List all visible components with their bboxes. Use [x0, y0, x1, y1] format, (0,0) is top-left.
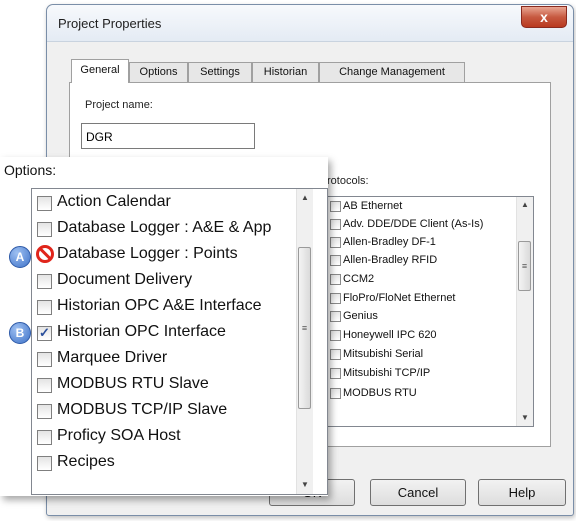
title-bar[interactable]: Project Properties x [47, 5, 573, 42]
checkbox-icon[interactable] [37, 274, 52, 289]
checkbox-icon[interactable] [330, 219, 341, 230]
protocols-list[interactable]: AB Ethernet Adv. DDE/DDE Client (As-Is) … [325, 196, 534, 427]
checkbox-icon[interactable] [330, 201, 341, 212]
option-proficy-soa-host[interactable]: Proficy SOA Host [32, 424, 312, 450]
options-list[interactable]: Action Calendar Database Logger : A&E & … [31, 188, 328, 495]
checkbox-icon[interactable] [330, 274, 341, 285]
tab-historian[interactable]: Historian [252, 62, 319, 82]
checkbox-icon[interactable] [330, 388, 341, 399]
scroll-down-arrow-icon[interactable]: ▼ [297, 477, 313, 493]
option-historian-opc-interface[interactable]: ✓ Historian OPC Interface [32, 320, 312, 346]
cancel-button[interactable]: Cancel [370, 479, 466, 506]
options-scrollbar[interactable]: ▲ ≡ ▼ [296, 189, 313, 494]
checkbox-icon[interactable]: ✓ [37, 325, 52, 341]
checkmark-icon: ✓ [39, 325, 50, 340]
option-marquee-driver[interactable]: Marquee Driver [32, 346, 312, 372]
checkbox-icon[interactable] [37, 222, 52, 237]
checkbox-icon[interactable] [37, 300, 52, 315]
option-historian-opc-ae-interface[interactable]: Historian OPC A&E Interface [32, 294, 312, 320]
option-database-logger-points[interactable]: Database Logger : Points [32, 242, 312, 268]
help-button[interactable]: Help [478, 479, 566, 506]
options-title: Options: [4, 162, 57, 178]
tab-general[interactable]: General [71, 59, 129, 83]
tab-settings[interactable]: Settings [188, 62, 252, 82]
protocols-label: rotocols: [327, 175, 369, 187]
marker-b: B [9, 322, 31, 344]
option-recipes[interactable]: Recipes [32, 450, 312, 476]
checkbox-icon[interactable] [330, 237, 341, 248]
scroll-down-arrow-icon[interactable]: ▼ [517, 410, 533, 426]
tab-change-management[interactable]: Change Management [319, 62, 465, 82]
scroll-thumb[interactable]: ≡ [298, 247, 311, 409]
scroll-up-arrow-icon[interactable]: ▲ [297, 190, 313, 206]
marker-a: A [9, 246, 31, 268]
option-modbus-rtu-slave[interactable]: MODBUS RTU Slave [32, 372, 312, 398]
option-database-logger-ae-app[interactable]: Database Logger : A&E & App [32, 216, 312, 242]
checkbox-icon[interactable] [330, 368, 341, 379]
project-name-label: Project name: [85, 99, 153, 111]
checkbox-icon[interactable] [37, 352, 52, 367]
checkbox-icon[interactable] [37, 404, 52, 419]
prohibited-icon [36, 245, 54, 263]
options-callout: Options: Action Calendar Database Logger… [0, 157, 328, 496]
checkbox-icon[interactable] [37, 456, 52, 471]
checkbox-icon[interactable] [37, 378, 52, 393]
tab-options[interactable]: Options [129, 62, 188, 82]
checkbox-icon[interactable] [330, 255, 341, 266]
protocols-scrollbar[interactable]: ▲ ≡ ▼ [516, 197, 533, 426]
option-modbus-tcpip-slave[interactable]: MODBUS TCP/IP Slave [32, 398, 312, 424]
checkbox-icon[interactable] [37, 430, 52, 445]
option-action-calendar[interactable]: Action Calendar [32, 190, 312, 216]
close-button[interactable]: x [521, 6, 567, 28]
checkbox-icon[interactable] [330, 330, 341, 341]
checkbox-icon[interactable] [330, 311, 341, 322]
window-title: Project Properties [58, 16, 162, 31]
project-name-input[interactable]: DGR [81, 123, 255, 149]
scroll-up-arrow-icon[interactable]: ▲ [517, 197, 533, 213]
checkbox-icon[interactable] [37, 196, 52, 211]
option-document-delivery[interactable]: Document Delivery [32, 268, 312, 294]
scroll-thumb[interactable]: ≡ [518, 241, 531, 291]
checkbox-icon[interactable] [330, 293, 341, 304]
checkbox-icon[interactable] [330, 349, 341, 360]
